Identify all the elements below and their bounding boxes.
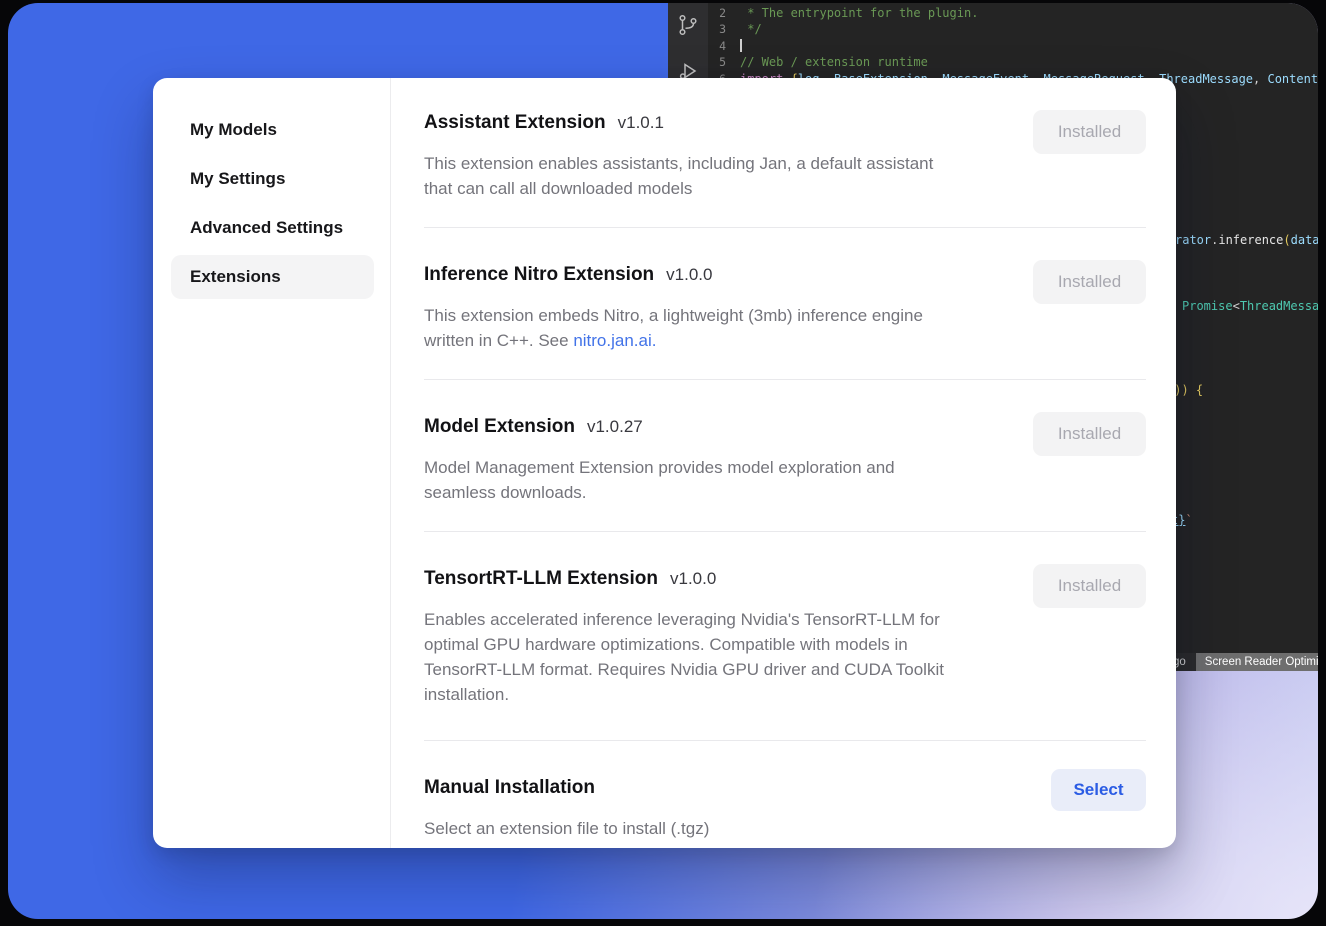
code-token: {: [1196, 383, 1203, 397]
extension-row: Model Extension v1.0.27 Model Management E…: [424, 380, 1146, 532]
source-control-icon[interactable]: [676, 13, 700, 37]
extension-name: Assistant Extension: [424, 112, 606, 134]
extension-name: Manual Installation: [424, 777, 595, 799]
extension-name: Inference Nitro Extension: [424, 264, 654, 286]
select-button[interactable]: Select: [1051, 769, 1146, 811]
code-line: 5// Web / extension runtime: [708, 54, 1318, 70]
desktop-screen: 2 * The entrypoint for the plugin.3 */45…: [8, 3, 1318, 919]
line-number: 3: [708, 21, 740, 37]
description-text: written in C++. See: [424, 331, 573, 350]
extension-name: Model Extension: [424, 416, 575, 438]
description-text: Model Management Extension provides mode…: [424, 458, 895, 477]
settings-modal: My Models My Settings Advanced Settings Ext…: [153, 78, 1176, 848]
modal-sidebar: My Models My Settings Advanced Settings Ext…: [153, 78, 391, 848]
installed-button[interactable]: Installed: [1033, 412, 1146, 456]
code-token: data: [1291, 233, 1318, 247]
line-number: 4: [708, 38, 740, 54]
installed-button[interactable]: Installed: [1033, 110, 1146, 154]
description-text: This extension embeds Nitro, a lightweig…: [424, 306, 923, 325]
line-number: 5: [708, 54, 740, 70]
code-fragment: rator.inference(data));: [1175, 233, 1318, 247]
code-fragment: Promise<ThreadMessage>: [1182, 299, 1318, 313]
sidebar-item-my-settings[interactable]: My Settings: [171, 157, 374, 201]
code-lines: 2 * The entrypoint for the plugin.3 */45…: [708, 5, 1318, 87]
extension-description: This extension enables assistants, inclu…: [424, 151, 1024, 201]
code-token: ,: [1253, 71, 1267, 87]
code-token: */: [740, 21, 762, 37]
description-text: TensorRT-LLM format. Requires Nvidia GPU…: [424, 660, 944, 679]
description-text: Enables accelerated inference leveraging…: [424, 610, 940, 629]
code-token: inference: [1218, 233, 1283, 247]
code-token: `: [1185, 513, 1192, 527]
extensions-list: Assistant Extension v1.0.1 This extension …: [391, 78, 1176, 848]
extension-version: v1.0.0: [670, 569, 716, 589]
code-token: rator: [1175, 233, 1211, 247]
description-text: that can call all downloaded models: [424, 179, 692, 198]
extension-row: Assistant Extension v1.0.1 This extension …: [424, 78, 1146, 228]
screen-reader-badge[interactable]: Screen Reader Optimized: [1196, 653, 1318, 671]
extension-row: Inference Nitro Extension v1.0.0 This exte…: [424, 228, 1146, 380]
extension-version: v1.0.27: [587, 417, 643, 437]
description-text: Select an extension file to install (.tg…: [424, 819, 709, 838]
code-token: (: [1283, 233, 1290, 247]
code-line: 4: [708, 38, 1318, 54]
code-token: ContentType: [1267, 71, 1318, 87]
extension-name: TensortRT-LLM Extension: [424, 568, 658, 590]
code-token: ThreadMessage: [1240, 299, 1318, 313]
extension-version: v1.0.0: [666, 265, 712, 285]
description-text: optimal GPU hardware optimizations. Comp…: [424, 635, 908, 654]
extension-description: This extension embeds Nitro, a lightweig…: [424, 303, 1024, 353]
extension-description: Enables accelerated inference leveraging…: [424, 607, 1024, 707]
code-token: * The entrypoint for the plugin.: [740, 5, 978, 21]
code-token: // Web / extension runtime: [740, 54, 928, 70]
text-cursor: [740, 39, 742, 52]
sidebar-item-extensions[interactable]: Extensions: [171, 255, 374, 299]
description-text: This extension enables assistants, inclu…: [424, 154, 933, 173]
line-number: 2: [708, 5, 740, 21]
manual-installation-row: Manual Installation Select an extension f…: [424, 741, 1146, 841]
code-token: Promise: [1182, 299, 1233, 313]
extension-row: TensortRT-LLM Extension v1.0.0 Enables acc…: [424, 532, 1146, 741]
nitro-jan-ai-link[interactable]: nitro.jan.ai.: [573, 331, 656, 350]
installed-button[interactable]: Installed: [1033, 564, 1146, 608]
sidebar-item-advanced-settings[interactable]: Advanced Settings: [171, 206, 374, 250]
extension-version: v1.0.1: [618, 113, 664, 133]
code-line: 2 * The entrypoint for the plugin.: [708, 5, 1318, 21]
description-text: installation.: [424, 685, 509, 704]
installed-button[interactable]: Installed: [1033, 260, 1146, 304]
code-token: <: [1233, 299, 1240, 313]
sidebar-item-my-models[interactable]: My Models: [171, 108, 374, 152]
code-token: )): [1174, 383, 1196, 397]
extension-description: Model Management Extension provides mode…: [424, 455, 1024, 505]
extension-description: Select an extension file to install (.tg…: [424, 816, 1024, 841]
code-line: 3 */: [708, 21, 1318, 37]
description-text: seamless downloads.: [424, 483, 587, 502]
